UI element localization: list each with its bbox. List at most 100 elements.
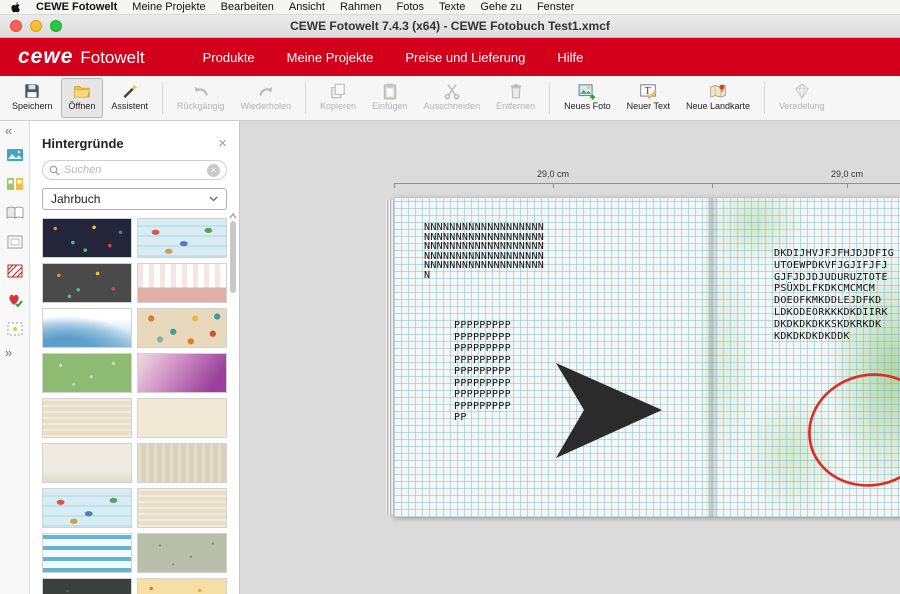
toolbar-button-veredelung: Veredelung	[771, 78, 833, 118]
text-box-right[interactable]: DKDIJHVJFJFHJDJDFIG UTOEWPDKVFJGJIFJFJ G…	[774, 248, 894, 342]
background-thumbnail-stripes-pink[interactable]	[137, 263, 227, 303]
apple-icon[interactable]	[10, 1, 21, 14]
background-thumbnails	[42, 218, 227, 594]
page-stack-edge	[386, 200, 394, 515]
frames-icon	[5, 319, 25, 339]
menubar-items: CEWE Fotowelt Meine Projekte Bearbeiten Ans…	[36, 1, 574, 13]
menubar-item-cewe-fotowelt[interactable]: CEWE Fotowelt	[36, 1, 117, 13]
menubar-item-bearbeiten[interactable]: Bearbeiten	[221, 1, 274, 13]
toolbar-button-label: Kopieren	[320, 101, 356, 111]
background-thumbnail-cars-blue[interactable]	[137, 218, 227, 258]
background-thumbnail-plain-light[interactable]	[42, 443, 132, 483]
workspace-canvas[interactable]: 29,0 cm 29,0 cm NNNNNNNNNNNNNNNNNNN NNNN…	[240, 121, 900, 594]
toolbar-button-label: Veredelung	[779, 101, 825, 111]
menubar-item-texte[interactable]: Texte	[439, 1, 465, 13]
traffic-lights	[0, 20, 62, 32]
tool-sidebar-items	[2, 139, 28, 345]
toolbar-button-label: Neue Landkarte	[686, 101, 750, 111]
nav-item-preise-und-lieferung[interactable]: Preise und Lieferung	[405, 50, 525, 65]
brand-nav: cewe Fotowelt ProdukteMeine ProjektePrei…	[0, 38, 900, 76]
toolbar-separator	[764, 82, 765, 114]
embellish-icon	[793, 82, 811, 100]
clear-search-button[interactable]: ×	[207, 164, 220, 177]
undo-icon	[192, 82, 210, 100]
toolbar-button-neuer-text[interactable]: TNeuer Text	[619, 78, 678, 118]
background-thumbnail-texture-tan[interactable]	[137, 443, 227, 483]
close-window-button[interactable]	[10, 20, 22, 32]
toolbar-button-label: Neues Foto	[564, 101, 611, 111]
toolbar-button-neues-foto[interactable]: Neues Foto	[556, 78, 619, 118]
background-thumbnail-texture-beige[interactable]	[42, 398, 132, 438]
cut-icon	[443, 82, 461, 100]
sidebar-item-layouts[interactable]	[2, 171, 28, 197]
background-thumbnail-confetti-navy[interactable]	[42, 218, 132, 258]
toolbar-button-neue-landkarte[interactable]: Neue Landkarte	[678, 78, 758, 118]
toolbar-button-label: Neuer Text	[627, 101, 670, 111]
redo-icon	[257, 82, 275, 100]
category-select[interactable]: Jahrbuch	[42, 188, 227, 210]
toolbar-button-speichern[interactable]: Speichern	[4, 78, 61, 118]
background-thumbnail-cars-blue-2[interactable]	[42, 488, 132, 528]
menubar-item-ansicht[interactable]: Ansicht	[289, 1, 325, 13]
background-thumbnail-watercolor-purple[interactable]	[137, 353, 227, 393]
background-thumbnail-dark-eco[interactable]	[42, 578, 132, 594]
photobook-spread[interactable]: NNNNNNNNNNNNNNNNNNN NNNNNNNNNNNNNNNNNNN …	[394, 198, 900, 517]
menubar-item-fotos[interactable]: Fotos	[397, 1, 425, 13]
red-circle-annotation[interactable]	[799, 366, 900, 496]
toolbar-button-assistent[interactable]: Assistent	[103, 78, 156, 118]
background-thumbnail-pattern-sage[interactable]	[137, 533, 227, 573]
menubar-item-rahmen[interactable]: Rahmen	[340, 1, 382, 13]
expand-sidebar-button[interactable]: »	[0, 345, 29, 361]
sidebar-item-photobook[interactable]	[2, 200, 28, 226]
collapse-sidebar-button[interactable]: «	[0, 123, 29, 139]
close-panel-button[interactable]: ×	[218, 137, 227, 151]
open-folder-icon	[73, 82, 91, 100]
nav-item-produkte[interactable]: Produkte	[203, 50, 255, 65]
background-thumbnail-pattern-green[interactable]	[42, 353, 132, 393]
background-thumbnail-confetti-gray[interactable]	[42, 263, 132, 303]
ruler-tick	[394, 183, 395, 188]
panel-scrollbar[interactable]	[228, 213, 238, 594]
nav-item-meine-projekte[interactable]: Meine Projekte	[287, 50, 374, 65]
background-thumbnail-mosaic-dots[interactable]	[137, 308, 227, 348]
sidebar-item-frames[interactable]	[2, 316, 28, 342]
sidebar-item-masks[interactable]	[2, 229, 28, 255]
arrow-shape[interactable]	[556, 363, 662, 458]
sidebar-item-photos[interactable]	[2, 142, 28, 168]
brand-nav-items: Produkte Meine Projekte Preise und Lieferu…	[203, 50, 584, 65]
text-box-left-middle[interactable]: PPPPPPPPP PPPPPPPPP PPPPPPPPP PPPPPPPPP …	[454, 320, 511, 424]
background-thumbnail-confetti-orange[interactable]	[137, 578, 227, 594]
save-icon	[23, 82, 41, 100]
ruler-label-left: 29,0 cm	[523, 169, 583, 179]
sidebar-item-cliparts[interactable]	[2, 287, 28, 313]
toolbar-button-oeffnen[interactable]: Öffnen	[61, 78, 104, 118]
nav-item-hilfe[interactable]: Hilfe	[557, 50, 583, 65]
sidebar-item-backgrounds[interactable]	[2, 258, 28, 284]
background-thumbnail-watercolor-blue[interactable]	[42, 308, 132, 348]
menubar-item-gehe-zu[interactable]: Gehe zu	[480, 1, 522, 13]
ruler-tick	[553, 183, 554, 188]
menubar-item-fenster[interactable]: Fenster	[537, 1, 574, 13]
text-box-left-top[interactable]: NNNNNNNNNNNNNNNNNNN NNNNNNNNNNNNNNNNNNN …	[424, 223, 544, 280]
toolbar-button-rueckgaengig: Rückgängig	[169, 78, 233, 118]
background-thumbnail-plain-cream[interactable]	[137, 398, 227, 438]
scroll-up-icon[interactable]	[229, 213, 237, 219]
search-input[interactable]	[64, 164, 203, 176]
red-ellipse[interactable]	[799, 366, 900, 496]
toolbar-button-entfernen: Entfernen	[488, 78, 543, 118]
zoom-window-button[interactable]	[50, 20, 62, 32]
logo-cewe-text: cewe	[18, 45, 73, 69]
ruler	[394, 183, 900, 184]
background-thumbnail-texture-beige-2[interactable]	[137, 488, 227, 528]
toolbar-separator	[162, 82, 163, 114]
background-thumbnail-waves-blue[interactable]	[42, 533, 132, 573]
masks-icon	[5, 232, 25, 252]
new-text-icon: T	[639, 82, 657, 100]
toolbar-button-label: Speichern	[12, 101, 53, 111]
menubar-item-meine-projekte[interactable]: Meine Projekte	[132, 1, 205, 13]
ruler-label-right: 29,0 cm	[817, 169, 877, 179]
scrollbar-thumb[interactable]	[230, 221, 236, 293]
toolbar-button-label: Assistent	[111, 101, 148, 111]
minimize-window-button[interactable]	[30, 20, 42, 32]
arrow-clipart[interactable]	[554, 361, 666, 461]
